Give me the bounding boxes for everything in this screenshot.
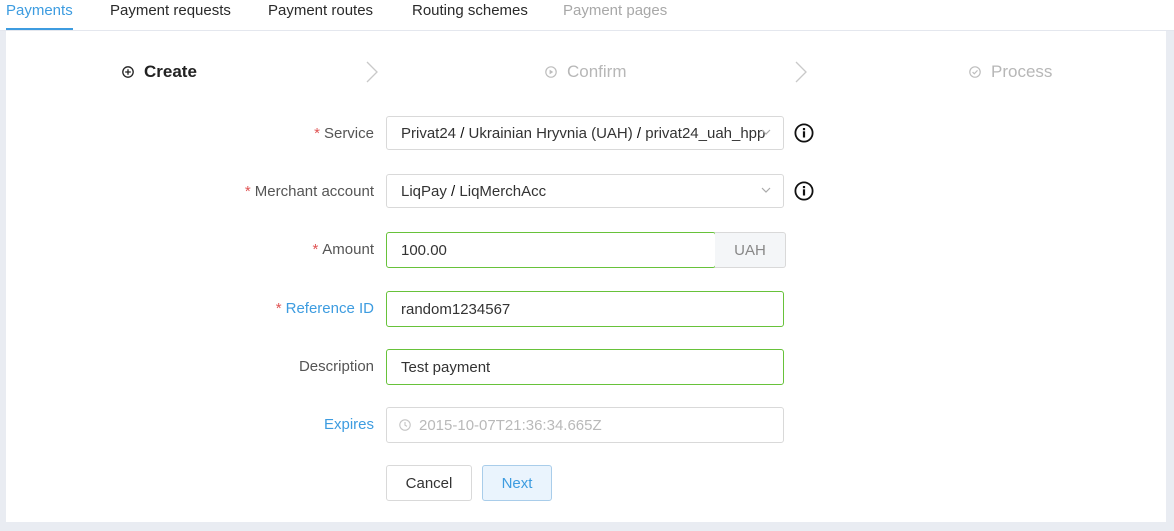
merchant-account-label: * Merchant account xyxy=(244,183,374,200)
reference-id-input[interactable]: random1234567 xyxy=(386,291,784,327)
amount-value: 100.00 xyxy=(401,241,447,259)
description-input[interactable]: Test payment xyxy=(386,349,784,385)
check-circle-icon xyxy=(969,66,981,78)
tab-payment-routes[interactable]: Payment routes xyxy=(268,0,373,30)
chevron-right-icon xyxy=(795,61,807,83)
play-circle-icon xyxy=(545,66,557,78)
step-confirm: Confirm xyxy=(545,57,627,87)
merchant-account-select[interactable]: LiqPay / LiqMerchAcc xyxy=(386,174,784,208)
step-process: Process xyxy=(969,57,1052,87)
service-label: * Service xyxy=(314,125,374,142)
chevron-right-icon xyxy=(366,61,378,83)
tab-bar: Payments Payment requests Payment routes… xyxy=(0,0,1174,31)
chevron-down-icon xyxy=(761,187,771,193)
expires-placeholder: 2015-10-07T21:36:34.665Z xyxy=(419,416,602,434)
tab-payment-pages[interactable]: Payment pages xyxy=(563,0,667,30)
chevron-down-icon xyxy=(761,129,771,135)
expires-label[interactable]: Expires xyxy=(324,416,374,433)
merchant-account-value: LiqPay / LiqMerchAcc xyxy=(401,182,547,200)
step-process-label: Process xyxy=(991,62,1053,81)
amount-label: * Amount xyxy=(312,241,374,258)
tab-payments[interactable]: Payments xyxy=(6,0,73,30)
required-mark: * xyxy=(314,125,320,142)
plus-circle-icon xyxy=(122,66,134,78)
reference-id-label[interactable]: * Reference ID xyxy=(276,300,374,317)
description-value: Test payment xyxy=(401,358,491,376)
expires-datetime-input[interactable]: 2015-10-07T21:36:34.665Z xyxy=(386,407,784,443)
reference-id-value: random1234567 xyxy=(401,300,511,318)
tab-routing-schemes[interactable]: Routing schemes xyxy=(412,0,528,30)
step-create-label: Create xyxy=(144,62,197,81)
clock-icon xyxy=(399,419,411,431)
amount-input[interactable]: 100.00 xyxy=(386,232,716,268)
description-label: Description xyxy=(298,358,374,375)
service-value: Privat24 / Ukrainian Hryvnia (UAH) / pri… xyxy=(401,124,766,142)
payment-form-card: Create Confirm Process * Service Privat24… xyxy=(6,31,1166,522)
next-button[interactable]: Next xyxy=(482,465,552,501)
info-icon[interactable] xyxy=(794,123,814,143)
service-select[interactable]: Privat24 / Ukrainian Hryvnia (UAH) / pri… xyxy=(386,116,784,150)
step-create: Create xyxy=(122,57,197,87)
cancel-button[interactable]: Cancel xyxy=(386,465,472,501)
step-confirm-label: Confirm xyxy=(567,62,627,81)
currency-unit: UAH xyxy=(715,232,786,268)
tab-payment-requests[interactable]: Payment requests xyxy=(110,0,231,30)
info-icon[interactable] xyxy=(794,181,814,201)
